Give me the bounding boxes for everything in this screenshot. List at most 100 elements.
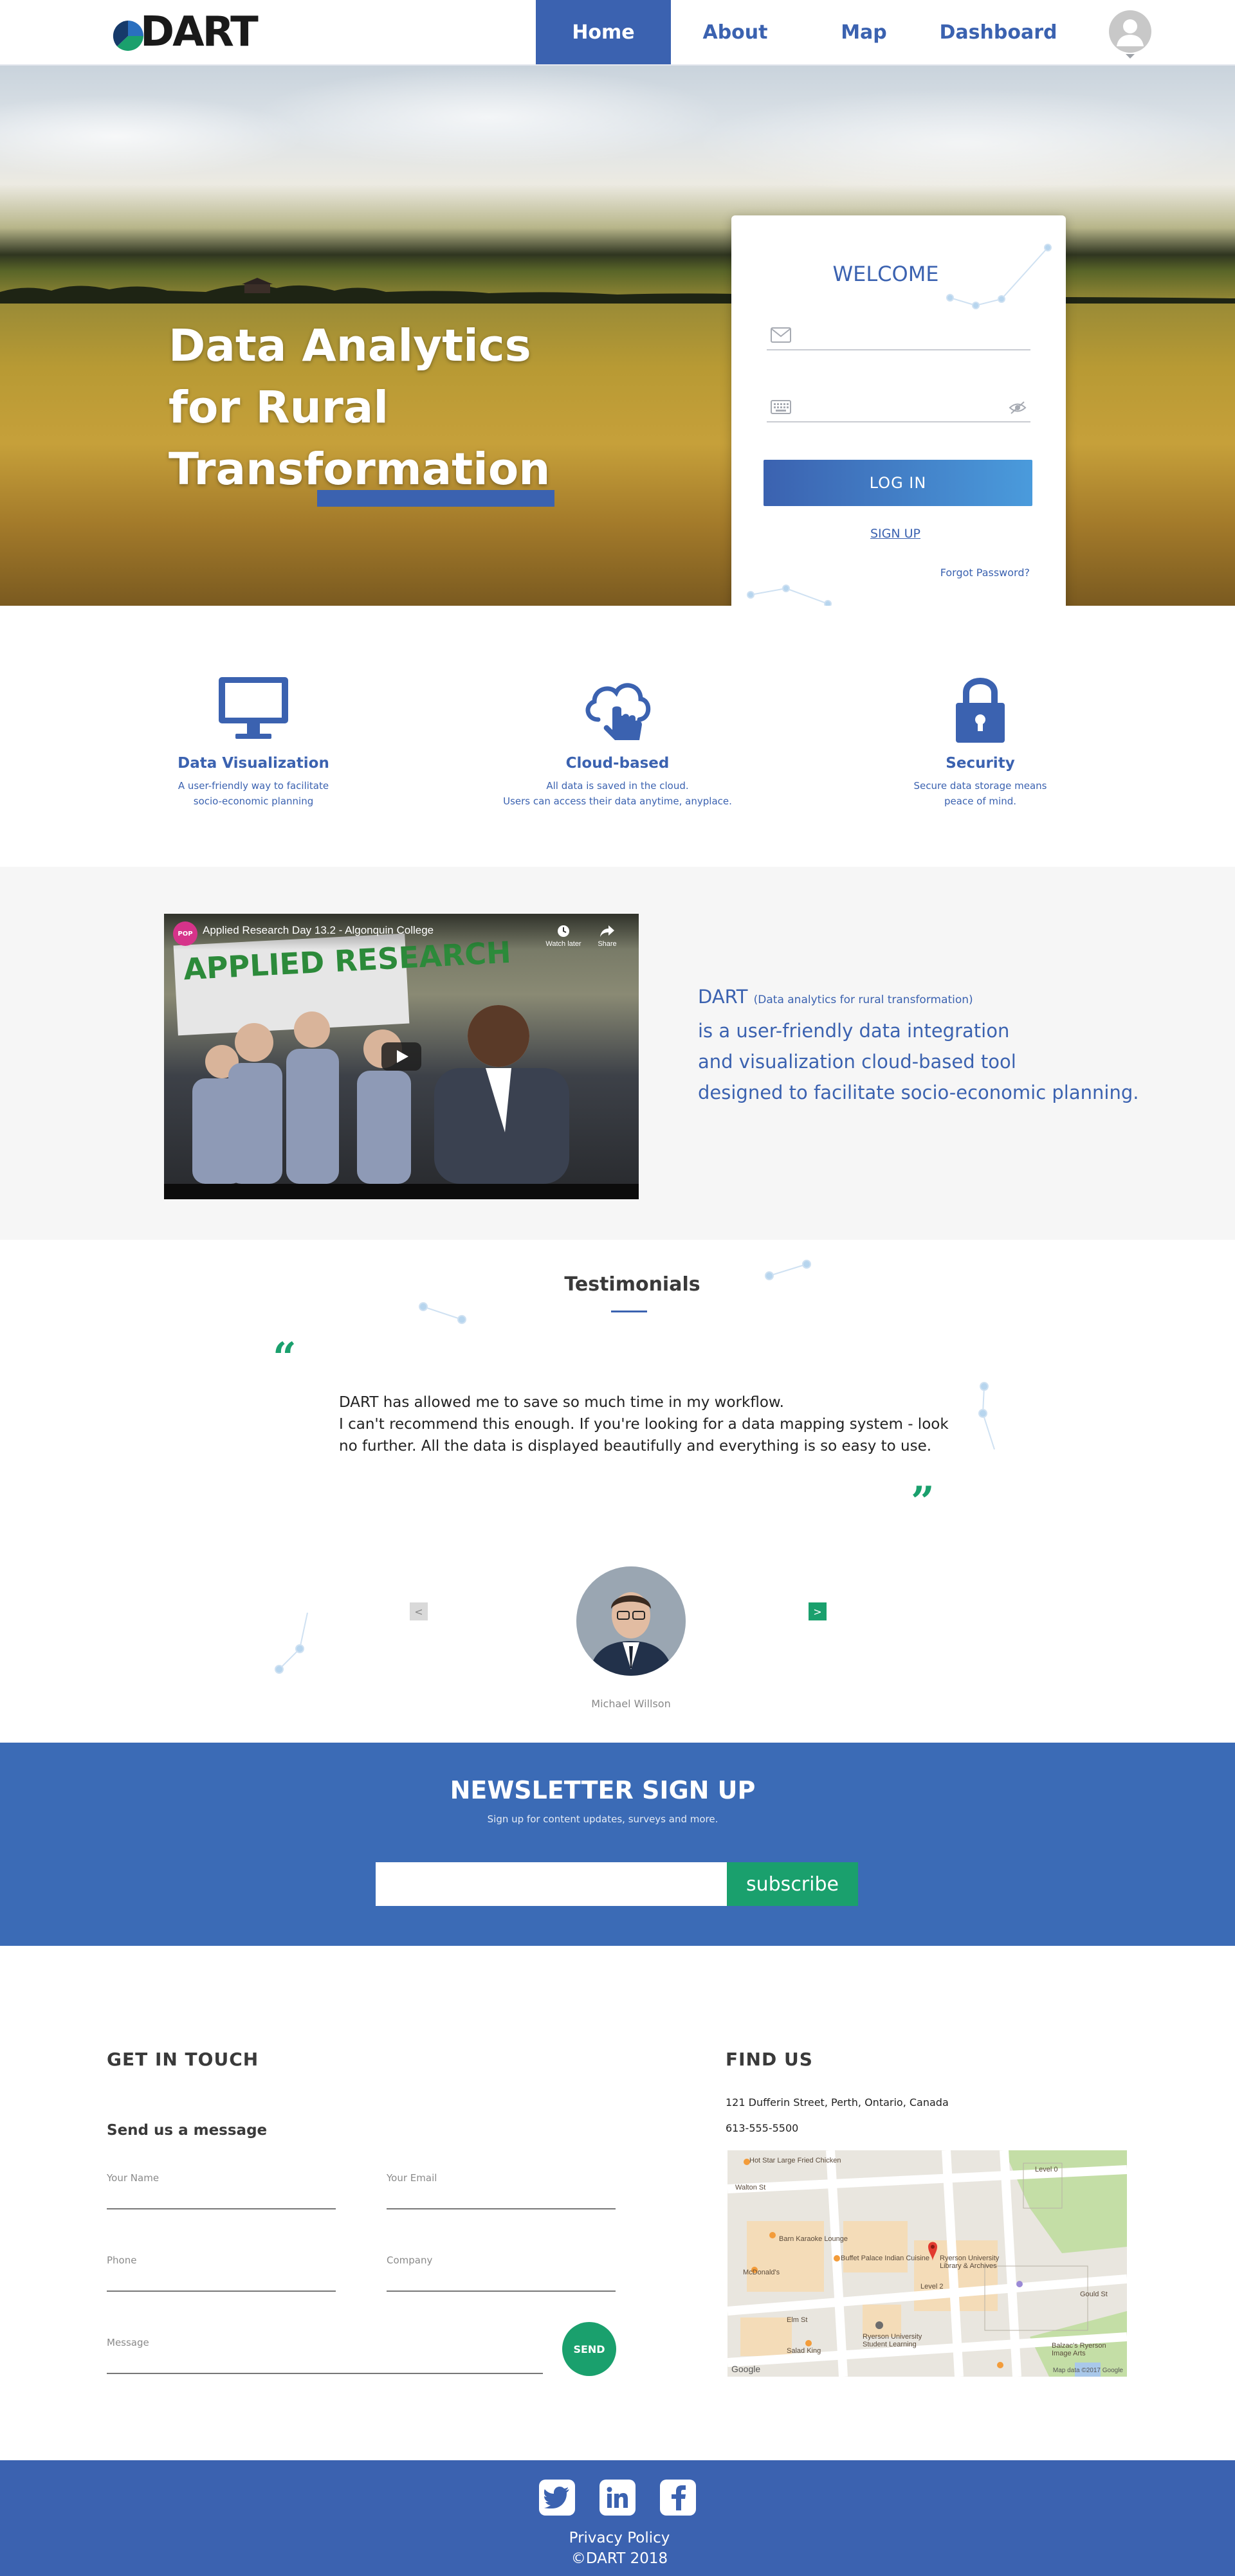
- video-player[interactable]: APPLIED RESEARCH POP Applied Research Da…: [164, 914, 639, 1199]
- map-label: Level 2: [920, 2283, 944, 2290]
- about-heading: DART (Data analytics for rural transform…: [698, 981, 1174, 1015]
- feature-desc-line: Users can access their data anytime, any…: [503, 795, 732, 807]
- map-label: Walton St: [735, 2184, 766, 2191]
- password-input[interactable]: [798, 397, 1003, 419]
- feature-desc-line: peace of mind.: [944, 795, 1016, 807]
- testimonial-line: no further. All the data is displayed be…: [339, 1438, 932, 1455]
- map-label: Barn Karaoke Lounge: [779, 2235, 848, 2243]
- map-label: Balzac's Ryerson Image Arts: [1052, 2342, 1106, 2357]
- eye-hidden-icon[interactable]: [1009, 401, 1027, 415]
- testimonial-author: Michael Willson: [591, 1698, 671, 1710]
- newsletter-email-input[interactable]: [376, 1862, 727, 1906]
- linkedin-icon[interactable]: [599, 2480, 636, 2516]
- navbar: DART Home About Map Dashboard: [0, 0, 1235, 66]
- contact-section: GET IN TOUCH Send us a message Your Name…: [0, 1946, 1235, 2460]
- login-card: WELCOME LOG IN SIGN UP Forgot Password?: [731, 215, 1066, 606]
- next-testimonial-button[interactable]: >: [809, 1602, 827, 1620]
- open-quote-icon: “: [273, 1334, 297, 1382]
- watch-later-button[interactable]: Watch later: [541, 924, 586, 948]
- feature-description: All data is saved in the cloud. Users ca…: [482, 778, 753, 809]
- close-quote-icon: ”: [911, 1478, 935, 1526]
- send-button[interactable]: SEND: [562, 2322, 616, 2376]
- testimonials-title: Testimonials: [564, 1273, 700, 1296]
- feature-desc-line: Secure data storage means: [913, 780, 1047, 792]
- about-description: DART (Data analytics for rural transform…: [698, 981, 1174, 1108]
- email-input[interactable]: [798, 325, 1003, 347]
- feature-security: Security Secure data storage means peace…: [845, 670, 1115, 809]
- video-title[interactable]: Applied Research Day 13.2 - Algonquin Co…: [203, 924, 434, 937]
- map-label: Gould St: [1080, 2290, 1108, 2298]
- name-field[interactable]: [107, 2190, 336, 2209]
- signup-link[interactable]: SIGN UP: [731, 527, 1059, 541]
- find-us-heading: FIND US: [726, 2049, 813, 2070]
- feature-cloud-based: Cloud-based All data is saved in the clo…: [482, 670, 753, 809]
- get-in-touch-heading: GET IN TOUCH: [107, 2049, 259, 2070]
- password-field[interactable]: [767, 393, 1030, 422]
- map-label: Elm St: [787, 2316, 808, 2324]
- play-button[interactable]: [381, 1042, 421, 1071]
- facebook-icon[interactable]: [660, 2480, 696, 2516]
- privacy-policy-link[interactable]: Privacy Policy: [0, 2530, 1235, 2546]
- map-label: Buffet Palace Indian Cuisine: [841, 2254, 929, 2262]
- location-map[interactable]: Hot Star Large Fried Chicken Walton St B…: [727, 2150, 1127, 2377]
- twitter-icon[interactable]: [539, 2480, 575, 2516]
- nav-dashboard[interactable]: Dashboard: [928, 0, 1068, 64]
- share-icon: [600, 925, 614, 937]
- about-line: and visualization cloud-based tool: [698, 1051, 1016, 1073]
- map-label: Salad King: [787, 2347, 821, 2355]
- social-links: [539, 2480, 696, 2519]
- message-field[interactable]: [107, 2355, 543, 2374]
- map-attribution[interactable]: Map data ©2017 Google: [1053, 2367, 1123, 2374]
- map-label: Hot Star Large Fried Chicken: [749, 2157, 841, 2164]
- name-label: Your Name: [107, 2172, 160, 2184]
- about-name-expanded: (Data analytics for rural transformation…: [753, 993, 973, 1006]
- testimonial-line: DART has allowed me to save so much time…: [339, 1394, 784, 1411]
- feature-title: Cloud-based: [565, 755, 670, 772]
- hero-section: Data Analytics for Rural Transformation …: [0, 66, 1235, 606]
- prev-testimonial-button[interactable]: <: [410, 1602, 428, 1620]
- feature-description: A user-friendly way to facilitate socio-…: [118, 778, 389, 809]
- about-video-section: APPLIED RESEARCH POP Applied Research Da…: [0, 867, 1235, 1240]
- newsletter-section: NEWSLETTER SIGN UP Sign up for content u…: [0, 1743, 1235, 1946]
- hero-title-line: for Rural: [169, 382, 389, 433]
- share-label: Share: [598, 940, 617, 948]
- subscribe-button[interactable]: subscribe: [727, 1862, 858, 1906]
- chevron-down-icon[interactable]: [1126, 54, 1135, 59]
- logo-text: DART: [140, 8, 259, 56]
- login-button[interactable]: LOG IN: [764, 460, 1032, 506]
- video-people: [192, 1005, 569, 1184]
- lock-icon: [956, 678, 1005, 743]
- nav-home[interactable]: Home: [536, 0, 671, 64]
- company-field[interactable]: [387, 2272, 616, 2292]
- video-bottom-bar: [164, 1184, 639, 1199]
- monitor-icon: [219, 677, 288, 739]
- feature-description: Secure data storage means peace of mind.: [845, 778, 1115, 809]
- hero-title-underline: [317, 490, 554, 507]
- feature-desc-line: A user-friendly way to facilitate: [178, 780, 329, 792]
- testimonial-avatar: [576, 1566, 686, 1676]
- about-line: designed to facilitate socio-economic pl…: [698, 1082, 1139, 1103]
- keyboard-icon: [771, 400, 791, 414]
- channel-badge[interactable]: POP: [173, 921, 197, 946]
- cloud-touch-icon: [585, 683, 651, 740]
- email-field[interactable]: [767, 321, 1030, 350]
- email-field[interactable]: [387, 2190, 616, 2209]
- nav-map[interactable]: Map: [800, 0, 928, 64]
- share-button[interactable]: Share: [591, 924, 623, 948]
- address-text: 121 Dufferin Street, Perth, Ontario, Can…: [726, 2096, 949, 2109]
- map-label: McDonald's: [743, 2269, 780, 2276]
- phone-label: Phone: [107, 2254, 137, 2266]
- phone-field[interactable]: [107, 2272, 336, 2292]
- forgot-password-link[interactable]: Forgot Password?: [940, 567, 1030, 579]
- user-avatar-icon[interactable]: [1109, 10, 1151, 53]
- testimonial-text: DART has allowed me to save so much time…: [339, 1392, 956, 1457]
- feature-title: Security: [946, 755, 1015, 772]
- footer: Privacy Policy ©DART 2018: [0, 2460, 1235, 2576]
- feature-title: Data Visualization: [178, 755, 329, 772]
- hero-title: Data Analytics for Rural Transformation: [169, 315, 550, 500]
- clock-icon: [558, 925, 569, 937]
- nav-about[interactable]: About: [671, 0, 800, 64]
- dart-logo[interactable]: DART: [112, 8, 259, 56]
- feature-desc-line: All data is saved in the cloud.: [546, 780, 689, 792]
- mail-icon: [771, 327, 791, 343]
